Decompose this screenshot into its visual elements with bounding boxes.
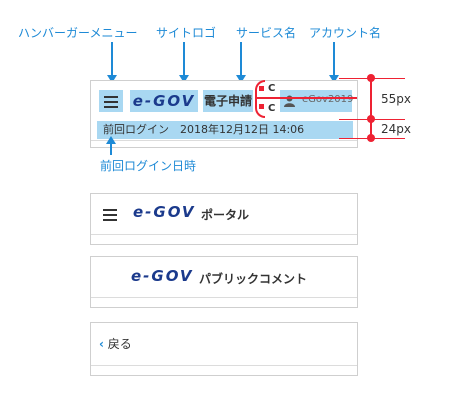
center-line — [257, 97, 357, 99]
dim-line — [370, 78, 372, 138]
last-login: 前回ログイン 2018年12月12日 14:06 — [97, 121, 353, 139]
site-logo[interactable]: e-GOV — [133, 203, 196, 221]
hamburger-bar — [104, 101, 118, 103]
hamburger-bar — [103, 219, 117, 221]
arrow-line — [183, 42, 185, 76]
hamburger-menu[interactable] — [99, 90, 123, 112]
hamburger-menu[interactable] — [103, 206, 117, 224]
arrow-line — [240, 42, 242, 76]
chevron-left-icon: ‹ — [99, 337, 104, 351]
account-name[interactable]: eGov2019 — [280, 90, 354, 112]
hamburger-bar — [104, 96, 118, 98]
service-name: パブリックコメント — [199, 272, 308, 286]
dim-dot — [367, 74, 375, 82]
hamburger-bar — [104, 106, 118, 108]
arrow-line — [333, 42, 335, 76]
arrow-line — [110, 143, 112, 155]
site-logo[interactable]: e-GOV — [130, 90, 198, 112]
c-label-bottom: C — [268, 103, 276, 114]
service-name: ポータル — [201, 208, 250, 222]
dim-55-label: 55px — [381, 92, 411, 106]
divider — [91, 234, 357, 235]
marker-square — [259, 86, 264, 91]
arrow-line — [111, 42, 113, 76]
back-header-panel: ‹ 戻る — [90, 322, 358, 376]
dim-dot — [367, 134, 375, 142]
header-spec-panel: e-GOV 電子申請 eGov2019 前回ログイン 2018年12月12日 1… — [90, 80, 358, 148]
site-logo[interactable]: e-GOV — [131, 267, 194, 285]
annotation-hamburger: ハンバーガーメニュー — [18, 26, 138, 40]
dim-dot — [367, 115, 375, 123]
divider — [91, 140, 357, 141]
divider — [91, 297, 357, 298]
annotation-last-login: 前回ログイン日時 — [100, 159, 197, 173]
marker-square — [259, 104, 264, 109]
public-comment-header-panel: e-GOV パブリックコメント — [90, 256, 358, 308]
annotation-site-logo: サイトロゴ — [156, 26, 217, 40]
service-name: 電子申請 — [203, 90, 253, 112]
dim-24-label: 24px — [381, 122, 411, 136]
annotation-service-name: サービス名 — [236, 26, 297, 40]
back-label: 戻る — [107, 337, 132, 351]
back-button[interactable]: ‹ 戻る — [99, 335, 132, 352]
hamburger-bar — [103, 214, 117, 216]
hamburger-bar — [103, 209, 117, 211]
divider — [91, 365, 357, 366]
annotation-account-name: アカウント名 — [309, 26, 382, 40]
portal-header-panel: e-GOV ポータル — [90, 193, 358, 245]
account-label: eGov2019 — [302, 94, 354, 105]
c-label-top: C — [268, 83, 276, 94]
